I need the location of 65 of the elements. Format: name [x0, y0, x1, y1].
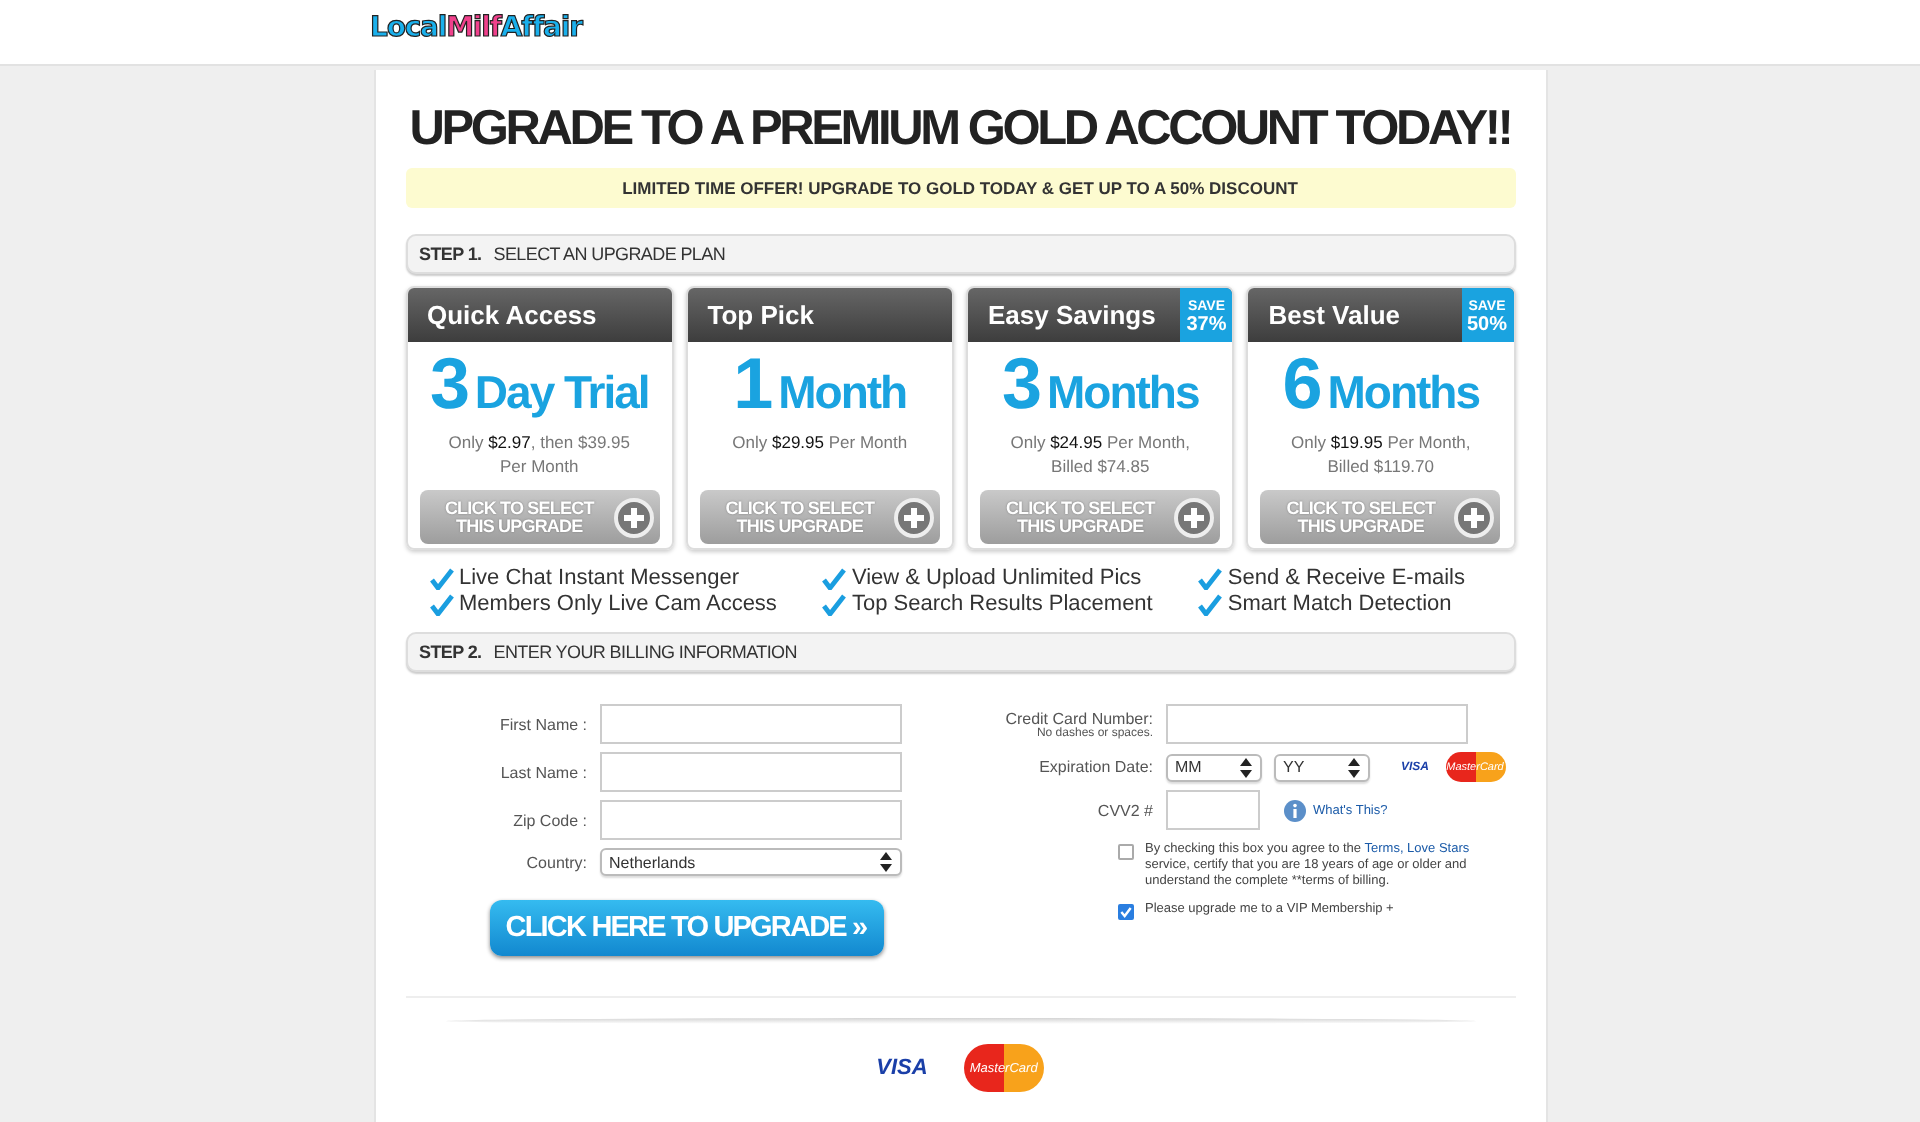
select-plan-button[interactable]: CLICK TO SELECT THIS UPGRADE — [980, 490, 1221, 544]
checkbox[interactable] — [1117, 844, 1133, 860]
info-icon — [1283, 799, 1305, 821]
checkmark-icon — [1119, 906, 1131, 918]
plan-title: Top Pick — [707, 300, 814, 330]
plan-price: Only $2.97, then $39.95 Per Month — [446, 430, 632, 478]
input-field[interactable] — [599, 800, 901, 840]
select-plan-button[interactable]: CLICK TO SELECT THIS UPGRADE — [1260, 490, 1501, 544]
check-icon — [821, 594, 846, 616]
plan-duration: 3 Months — [1002, 354, 1199, 428]
check-icon — [821, 568, 846, 590]
date-select[interactable]: YY — [1273, 753, 1369, 781]
input-field[interactable] — [1165, 790, 1259, 830]
checkbox[interactable] — [1117, 904, 1133, 920]
dropdown-arrows-icon — [1347, 757, 1359, 777]
select-plan-button[interactable]: CLICK TO SELECT THIS UPGRADE — [419, 490, 660, 544]
input-field[interactable] — [599, 752, 901, 792]
plan-duration: 3Day Trial — [429, 354, 649, 428]
field-label: First Name : — [497, 715, 587, 733]
logo-text[interactable]: Local — [370, 12, 447, 44]
dropdown-arrows-icon — [1239, 757, 1251, 777]
plan-duration: 1Month — [733, 354, 907, 428]
field-label: CVV2 # — [1095, 801, 1153, 819]
check-icon — [429, 568, 453, 590]
input-field[interactable] — [599, 704, 901, 744]
dropdown-arrows-icon — [879, 852, 891, 872]
date-select[interactable]: MM — [1165, 753, 1261, 781]
plus-icon — [1174, 497, 1215, 537]
feature-text: Smart Match Detection — [1227, 592, 1452, 618]
logo-text[interactable]: Milf — [446, 12, 501, 44]
field-label: Last Name : — [498, 763, 587, 781]
headline: UPGRADE TO A PREMIUM GOLD ACCOUNT TODAY!! — [407, 100, 1513, 160]
plan-title: Best Value — [1268, 300, 1401, 330]
input-field[interactable] — [1165, 704, 1467, 744]
check-icon — [1197, 568, 1222, 590]
plan-title: Easy Savings — [988, 300, 1156, 330]
feature-text: View & Upload Unlimited Pics — [851, 566, 1142, 592]
offer-banner: LIMITED TIME OFFER! UPGRADE TO GOLD TODAY & GET UP TO A 50% DISCOUNT — [405, 168, 1515, 208]
field-label: Credit Card Number: — [1005, 709, 1153, 727]
field-label: Zip Code : — [511, 811, 587, 829]
check-icon — [1197, 594, 1222, 616]
step-title: SELECT AN UPGRADE PLAN — [493, 244, 726, 264]
feature-text: Members Only Live Cam Access — [459, 592, 777, 618]
feature-text: Send & Receive E-mails — [1227, 566, 1465, 592]
plus-icon — [613, 497, 654, 537]
plus-icon — [893, 497, 934, 537]
logo-text[interactable]: Affair — [500, 12, 582, 44]
field-label: Country: — [524, 853, 587, 871]
feature-text: Live Chat Instant Messenger — [459, 566, 740, 592]
plan-price: Only $24.95 Per Month, Billed $74.85 — [1008, 430, 1193, 478]
plus-icon — [1454, 497, 1495, 537]
step-title: ENTER YOUR BILLING INFORMATION — [493, 642, 797, 662]
plan-price: Only $19.95 Per Month, Billed $119.70 — [1288, 430, 1473, 478]
select-plan-button[interactable]: CLICK TO SELECT THIS UPGRADE — [699, 490, 940, 544]
check-icon — [429, 594, 453, 616]
plan-price: Only $29.95 Per Month — [730, 430, 910, 456]
field-label: Expiration Date: — [1037, 758, 1153, 776]
step-number: STEP 1. — [419, 244, 482, 264]
country-select[interactable]: Netherlands — [599, 848, 901, 876]
plan-duration: 6 Months — [1282, 354, 1479, 428]
visa-logo: VISA — [876, 1056, 928, 1080]
upgrade-button[interactable]: CLICK HERE TO UPGRADE » — [489, 900, 883, 956]
plan-title: Quick Access — [427, 300, 597, 330]
step-number: STEP 2. — [419, 642, 482, 662]
feature-text: Top Search Results Placement — [851, 592, 1153, 618]
